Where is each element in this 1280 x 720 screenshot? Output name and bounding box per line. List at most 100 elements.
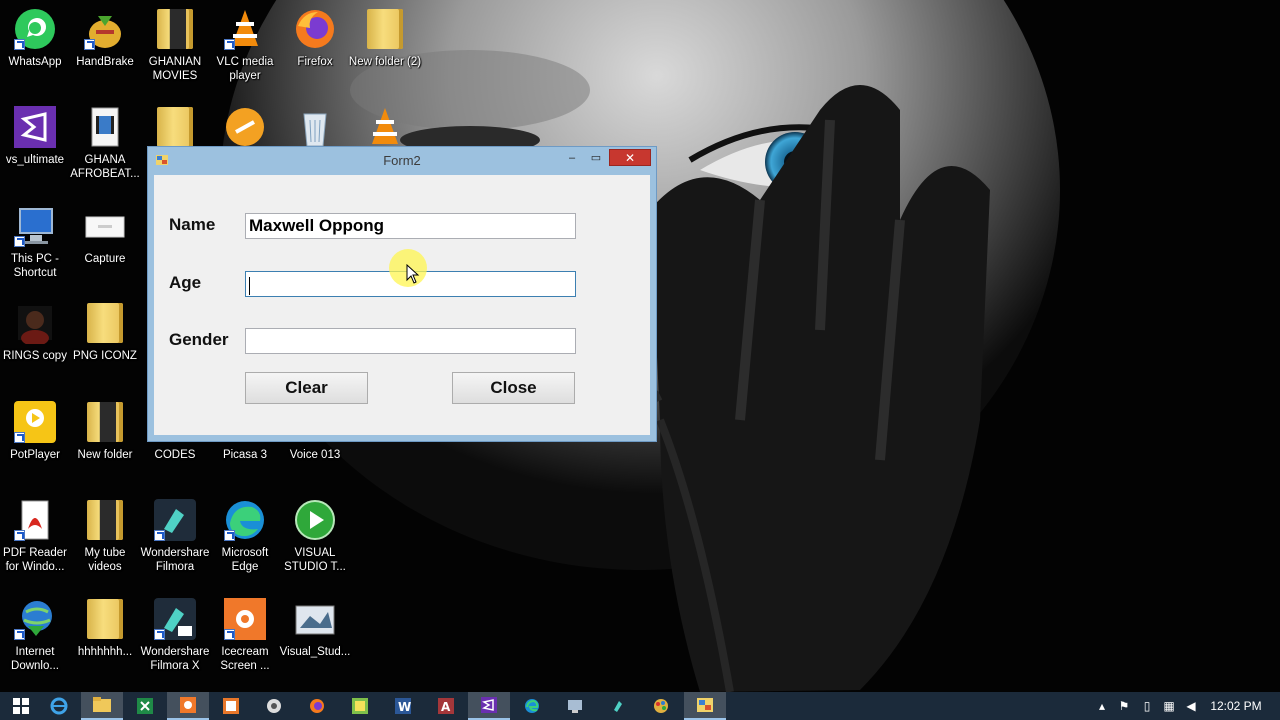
power-icon[interactable]: ▯ bbox=[1139, 698, 1155, 714]
taskbar-chrome-like[interactable] bbox=[253, 692, 295, 720]
installer-icon bbox=[292, 596, 338, 642]
desktop-icon-new-folder[interactable]: New folder bbox=[70, 399, 140, 495]
name-label: Name bbox=[169, 215, 216, 234]
desktop-icon-my-tube-videos[interactable]: My tube videos bbox=[70, 497, 140, 593]
edge-icon bbox=[222, 497, 268, 543]
folder-icon bbox=[362, 6, 408, 52]
desktop-icon-ghanian-movies[interactable]: GHANIAN MOVIES bbox=[140, 6, 210, 102]
desktop-icon-vlc[interactable]: VLC media player bbox=[210, 6, 280, 102]
action-center-flag-icon[interactable]: ⚑ bbox=[1116, 698, 1132, 714]
svg-text:A: A bbox=[441, 700, 451, 714]
taskbar-icecream[interactable] bbox=[167, 692, 209, 720]
desktop-icon-png-iconz[interactable]: PNG ICONZ bbox=[70, 300, 140, 396]
taskbar-excel[interactable] bbox=[124, 692, 166, 720]
taskbar-form-app[interactable] bbox=[684, 692, 726, 720]
desktop-icon-this-pc[interactable]: This PC - Shortcut bbox=[0, 203, 70, 299]
firefox-icon bbox=[310, 699, 324, 713]
video-file-icon bbox=[82, 104, 128, 150]
photo-app-icon bbox=[223, 698, 239, 714]
desktop-icon-capture[interactable]: Capture bbox=[70, 203, 140, 299]
taskbar-monitor[interactable] bbox=[554, 692, 596, 720]
desktop-icon-visual-studio-t[interactable]: VISUAL STUDIO T... bbox=[280, 497, 350, 593]
paint-icon bbox=[654, 699, 668, 713]
taskbar-notepad[interactable] bbox=[339, 692, 381, 720]
desktop-icon-filmora-x[interactable]: Wondershare Filmora X bbox=[140, 596, 210, 692]
taskbar-word[interactable]: W bbox=[382, 692, 424, 720]
taskbar: W A ▴ ⚑ ▯ ▦ ◀ 12:02 PM bbox=[0, 692, 1280, 720]
desktop-icon-whatsapp[interactable]: WhatsApp bbox=[0, 6, 70, 102]
desktop-icon-edge[interactable]: Microsoft Edge bbox=[210, 497, 280, 593]
close-button[interactable]: Close bbox=[452, 372, 575, 404]
title-bar[interactable]: Form2 – ▭ ✕ bbox=[148, 147, 656, 175]
folder-icon bbox=[82, 300, 128, 346]
close-window-button[interactable]: ✕ bbox=[609, 149, 651, 166]
taskbar-internet-explorer[interactable] bbox=[38, 692, 80, 720]
clear-button[interactable]: Clear bbox=[245, 372, 368, 404]
presentation-icon bbox=[222, 104, 268, 150]
volume-icon[interactable]: ◀ bbox=[1183, 698, 1199, 714]
filmora-icon bbox=[614, 701, 622, 712]
filmora-icon bbox=[152, 596, 198, 642]
potplayer-icon bbox=[12, 399, 58, 445]
svg-text:W: W bbox=[398, 700, 411, 714]
browser-icon bbox=[267, 699, 281, 713]
notepad-icon bbox=[352, 698, 368, 714]
desktop-icon-idm[interactable]: Internet Downlo... bbox=[0, 596, 70, 692]
pdf-icon bbox=[12, 497, 58, 543]
windows-logo-icon bbox=[13, 698, 29, 714]
form-client-area: Name Age Gender Clear Close bbox=[154, 175, 650, 435]
folder-icon bbox=[152, 6, 198, 52]
taskbar-edge[interactable] bbox=[511, 692, 553, 720]
word-icon: W bbox=[395, 698, 411, 714]
desktop-icon-pdf-reader[interactable]: PDF Reader for Windo... bbox=[0, 497, 70, 593]
image-file-icon bbox=[82, 203, 128, 249]
maximize-button[interactable]: ▭ bbox=[585, 149, 607, 166]
desktop-icon-new-folder-2[interactable]: New folder (2) bbox=[349, 6, 421, 102]
desktop-icon-icecream[interactable]: Icecream Screen ... bbox=[210, 596, 280, 692]
photo-icon bbox=[12, 300, 58, 346]
whatsapp-icon bbox=[12, 6, 58, 52]
taskbar-firefox[interactable] bbox=[296, 692, 338, 720]
firefox-icon bbox=[292, 6, 338, 52]
desktop-icon-filmora[interactable]: Wondershare Filmora bbox=[140, 497, 210, 593]
vlc-cone-icon bbox=[222, 6, 268, 52]
desktop-icon-rings-copy[interactable]: RINGS copy bbox=[0, 300, 70, 396]
taskbar-clock[interactable]: 12:02 PM bbox=[1206, 699, 1266, 713]
desktop-icon-potplayer[interactable]: PotPlayer bbox=[0, 399, 70, 495]
age-label: Age bbox=[169, 273, 202, 292]
filmora-icon bbox=[152, 497, 198, 543]
form-app-icon bbox=[697, 698, 713, 712]
form2-window[interactable]: Form2 – ▭ ✕ Name Age Gender Clear Close bbox=[147, 146, 657, 442]
handbrake-icon bbox=[82, 6, 128, 52]
taskbar-filmora[interactable] bbox=[597, 692, 639, 720]
name-input[interactable] bbox=[245, 213, 576, 239]
start-button[interactable] bbox=[0, 692, 42, 720]
taskbar-visual-studio[interactable] bbox=[468, 692, 510, 720]
access-icon: A bbox=[438, 698, 454, 714]
visual-studio-icon bbox=[481, 697, 497, 713]
edge-icon bbox=[525, 699, 539, 713]
desktop-icon-firefox[interactable]: Firefox bbox=[280, 6, 350, 102]
folder-icon bbox=[82, 596, 128, 642]
desktop-icon-vs-ultimate[interactable]: vs_ultimate bbox=[0, 104, 70, 200]
folder-icon bbox=[93, 697, 111, 712]
computer-icon bbox=[12, 203, 58, 249]
taskbar-file-explorer[interactable] bbox=[81, 692, 123, 720]
desktop-icon-visual-stud[interactable]: Visual_Stud... bbox=[280, 596, 350, 692]
excel-icon bbox=[137, 698, 153, 714]
recycle-bin-icon bbox=[292, 104, 338, 150]
taskbar-photo-app[interactable] bbox=[210, 692, 252, 720]
network-icon[interactable]: ▦ bbox=[1161, 698, 1177, 714]
show-hidden-icons-chevron-icon[interactable]: ▴ bbox=[1096, 698, 1108, 714]
desktop-icon-ghana-afrobeat[interactable]: GHANA AFROBEAT... bbox=[70, 104, 140, 200]
taskbar-access[interactable]: A bbox=[425, 692, 467, 720]
desktop-icon-handbrake[interactable]: HandBrake bbox=[70, 6, 140, 102]
desktop-icon-hhh[interactable]: hhhhhhh... bbox=[70, 596, 140, 692]
minimize-button[interactable]: – bbox=[561, 149, 583, 166]
gender-input[interactable] bbox=[245, 328, 576, 354]
taskbar-paint[interactable] bbox=[640, 692, 682, 720]
monitor-icon bbox=[568, 700, 582, 713]
visual-studio-icon bbox=[12, 104, 58, 150]
folder-icon bbox=[152, 104, 198, 150]
mouse-cursor-icon bbox=[406, 264, 420, 284]
